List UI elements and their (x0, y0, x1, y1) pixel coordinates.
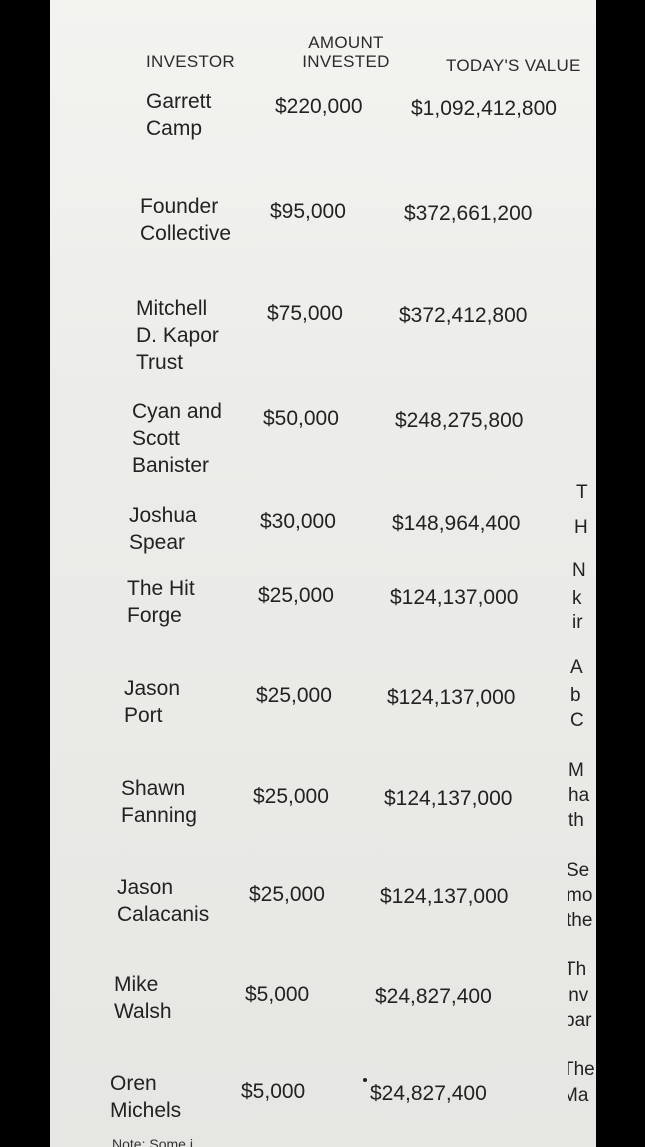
clipped-text-fragment: H (574, 517, 588, 538)
investor-name-line: Collective (140, 222, 232, 245)
clipped-text-fragment: The (568, 1059, 595, 1080)
print-speck (363, 1078, 367, 1082)
investor-name-line: Spear (129, 531, 186, 554)
adjacent-column-fragments: TH Nk ir AbC Mha th Se mo the Th inv par The Ma (568, 440, 596, 1147)
investor-name-line: Michels (110, 1099, 182, 1122)
investor-name-line: Jason (124, 677, 181, 700)
column-header-amount-line2: INVESTED (302, 52, 390, 71)
clipped-text-fragment: T (576, 482, 588, 503)
amount-invested: $30,000 (260, 510, 336, 533)
clipped-text-fragment: ir (572, 612, 583, 633)
todays-value: $148,964,400 (392, 512, 521, 535)
todays-value: $248,275,800 (395, 409, 524, 432)
column-header-amount: AMOUNT INVESTED (298, 33, 394, 71)
amount-invested: $75,000 (267, 302, 343, 325)
investor-name-line: D. Kapor (136, 324, 219, 347)
investor-name: Founder Collective (140, 193, 270, 247)
investor-name-line: Forge (127, 604, 182, 627)
clipped-text-fragment: A (570, 657, 583, 678)
clipped-text-fragment: mo (568, 885, 593, 906)
todays-value: $1,092,412,800 (411, 97, 557, 120)
amount-invested: $220,000 (275, 95, 363, 118)
investor-name-line: Camp (146, 117, 203, 140)
investor-name-line: Walsh (114, 1000, 172, 1023)
investor-name-line: Mike (114, 973, 159, 996)
investor-name-line: Port (124, 704, 163, 727)
todays-value: $124,137,000 (380, 885, 509, 908)
amount-invested: $95,000 (270, 200, 346, 223)
clipped-text-fragment: M (568, 760, 584, 781)
amount-invested: $50,000 (263, 407, 339, 430)
investor-name-line: Jason (117, 876, 174, 899)
todays-value: $124,137,000 (387, 686, 516, 709)
investor-name: Oren Michels (110, 1070, 240, 1124)
investor-name-line: Garrett (146, 90, 212, 113)
clipped-text-fragment: Se (568, 860, 590, 881)
investor-name-line: Fanning (121, 804, 197, 827)
clipped-text-fragment: Ma (568, 1085, 589, 1106)
investor-name-line: Cyan and (132, 400, 222, 423)
investor-name-line: Calacanis (117, 903, 210, 926)
clipped-text-fragment: N (572, 560, 586, 581)
investor-name: Jason Calacanis (117, 874, 247, 928)
clipped-text-fragment: th (568, 810, 584, 831)
clipped-text-fragment: b (570, 685, 581, 706)
investor-name: The Hit Forge (127, 575, 257, 629)
todays-value: $124,137,000 (390, 586, 519, 609)
investor-name-line: Banister (132, 454, 210, 477)
amount-invested: $25,000 (256, 684, 332, 707)
investor-name-line: Founder (140, 195, 219, 218)
investor-name: Mitchell D. Kapor Trust (136, 295, 266, 376)
clipped-text-fragment: k (572, 588, 582, 609)
investor-name: Cyan and Scott Banister (132, 398, 262, 479)
investor-name: Garrett Camp (146, 88, 276, 142)
column-header-value: TODAY'S VALUE (446, 56, 581, 75)
investor-name: Mike Walsh (114, 971, 244, 1025)
todays-value: $124,137,000 (384, 787, 513, 810)
investor-name-line: Mitchell (136, 297, 208, 320)
investor-name-line: Joshua (129, 504, 197, 527)
column-header-amount-line1: AMOUNT (308, 33, 384, 52)
investor-name-line: Oren (110, 1072, 157, 1095)
footer-note: Note: Some i (112, 1136, 193, 1147)
clipped-text-fragment: inv (568, 985, 589, 1006)
amount-invested: $25,000 (253, 785, 329, 808)
todays-value: $24,827,400 (370, 1082, 487, 1105)
todays-value: $372,412,800 (399, 304, 528, 327)
investor-name-line: The Hit (127, 577, 195, 600)
amount-invested: $25,000 (249, 883, 325, 906)
todays-value: $24,827,400 (375, 985, 492, 1008)
clipped-text-fragment: ha (568, 785, 590, 806)
amount-invested: $5,000 (245, 983, 310, 1006)
clipped-text-fragment: C (570, 710, 584, 731)
investor-name-line: Trust (136, 351, 184, 374)
newspaper-page: INVESTOR AMOUNT INVESTED TODAY'S VALUE G… (50, 0, 596, 1147)
amount-invested: $25,000 (258, 584, 334, 607)
amount-invested: $5,000 (241, 1080, 306, 1103)
clipped-text-fragment: par (568, 1010, 592, 1031)
investor-name-line: Scott (132, 427, 180, 450)
investor-name: Jason Port (124, 675, 254, 729)
clipped-text-fragment: the (568, 910, 593, 931)
investor-name: Shawn Fanning (121, 775, 251, 829)
column-header-investor: INVESTOR (146, 52, 235, 71)
todays-value: $372,661,200 (404, 202, 533, 225)
investor-name-line: Shawn (121, 777, 186, 800)
clipped-text-fragment: Th (568, 959, 587, 980)
investor-name: Joshua Spear (129, 502, 259, 556)
